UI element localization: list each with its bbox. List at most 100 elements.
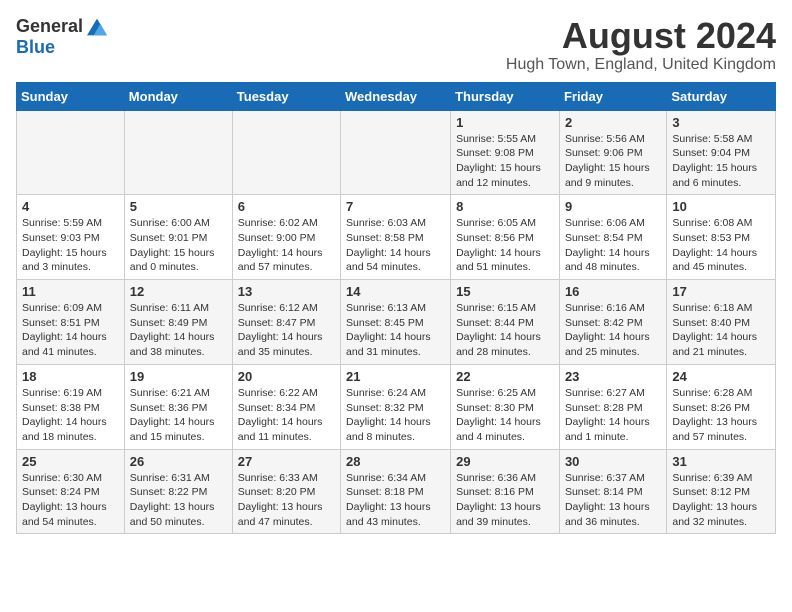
sunrise-text: Sunrise: 6:13 AM — [346, 302, 426, 314]
calendar-cell: 18 Sunrise: 6:19 AM Sunset: 8:38 PM Dayl… — [17, 364, 125, 449]
daylight-text: Daylight: 14 hours and 15 minutes. — [130, 416, 215, 443]
day-number: 16 — [565, 284, 661, 299]
sunset-text: Sunset: 9:06 PM — [565, 147, 643, 159]
sunrise-text: Sunrise: 6:22 AM — [238, 387, 318, 399]
day-info: Sunrise: 6:13 AM Sunset: 8:45 PM Dayligh… — [346, 301, 445, 360]
daylight-text: Daylight: 15 hours and 12 minutes. — [456, 162, 541, 189]
sunset-text: Sunset: 8:30 PM — [456, 402, 534, 414]
day-info: Sunrise: 6:05 AM Sunset: 8:56 PM Dayligh… — [456, 216, 554, 275]
title-section: August 2024 Hugh Town, England, United K… — [506, 16, 776, 74]
sunset-text: Sunset: 8:36 PM — [130, 402, 208, 414]
day-number: 26 — [130, 454, 227, 469]
sunset-text: Sunset: 8:38 PM — [22, 402, 100, 414]
calendar-cell: 7 Sunrise: 6:03 AM Sunset: 8:58 PM Dayli… — [341, 195, 451, 280]
day-number: 21 — [346, 369, 445, 384]
daylight-text: Daylight: 13 hours and 47 minutes. — [238, 501, 323, 528]
day-number: 6 — [238, 199, 335, 214]
calendar-cell: 14 Sunrise: 6:13 AM Sunset: 8:45 PM Dayl… — [341, 280, 451, 365]
sunset-text: Sunset: 8:12 PM — [672, 486, 750, 498]
day-info: Sunrise: 6:11 AM Sunset: 8:49 PM Dayligh… — [130, 301, 227, 360]
daylight-text: Daylight: 14 hours and 4 minutes. — [456, 416, 541, 443]
calendar-cell: 26 Sunrise: 6:31 AM Sunset: 8:22 PM Dayl… — [124, 449, 232, 534]
calendar-cell — [341, 110, 451, 195]
sunset-text: Sunset: 8:14 PM — [565, 486, 643, 498]
daylight-text: Daylight: 13 hours and 54 minutes. — [22, 501, 107, 528]
page-header: General Blue August 2024 Hugh Town, Engl… — [16, 16, 776, 74]
day-number: 18 — [22, 369, 119, 384]
sunset-text: Sunset: 8:53 PM — [672, 232, 750, 244]
calendar-header-monday: Monday — [124, 82, 232, 110]
daylight-text: Daylight: 13 hours and 32 minutes. — [672, 501, 757, 528]
day-info: Sunrise: 6:00 AM Sunset: 9:01 PM Dayligh… — [130, 216, 227, 275]
calendar-cell: 17 Sunrise: 6:18 AM Sunset: 8:40 PM Dayl… — [667, 280, 776, 365]
day-info: Sunrise: 6:31 AM Sunset: 8:22 PM Dayligh… — [130, 471, 227, 530]
logo: General Blue — [16, 16, 107, 58]
sunrise-text: Sunrise: 5:59 AM — [22, 217, 102, 229]
daylight-text: Daylight: 13 hours and 43 minutes. — [346, 501, 431, 528]
calendar-week-row: 25 Sunrise: 6:30 AM Sunset: 8:24 PM Dayl… — [17, 449, 776, 534]
sunrise-text: Sunrise: 6:02 AM — [238, 217, 318, 229]
sunrise-text: Sunrise: 6:28 AM — [672, 387, 752, 399]
day-info: Sunrise: 6:02 AM Sunset: 9:00 PM Dayligh… — [238, 216, 335, 275]
day-info: Sunrise: 5:59 AM Sunset: 9:03 PM Dayligh… — [22, 216, 119, 275]
sunset-text: Sunset: 8:16 PM — [456, 486, 534, 498]
sunset-text: Sunset: 9:08 PM — [456, 147, 534, 159]
calendar-header-saturday: Saturday — [667, 82, 776, 110]
calendar-cell: 6 Sunrise: 6:02 AM Sunset: 9:00 PM Dayli… — [232, 195, 340, 280]
daylight-text: Daylight: 15 hours and 0 minutes. — [130, 247, 215, 274]
day-number: 25 — [22, 454, 119, 469]
sunrise-text: Sunrise: 5:55 AM — [456, 133, 536, 145]
sunrise-text: Sunrise: 5:56 AM — [565, 133, 645, 145]
sunrise-text: Sunrise: 6:05 AM — [456, 217, 536, 229]
day-info: Sunrise: 6:21 AM Sunset: 8:36 PM Dayligh… — [130, 386, 227, 445]
calendar-header-sunday: Sunday — [17, 82, 125, 110]
calendar-cell: 31 Sunrise: 6:39 AM Sunset: 8:12 PM Dayl… — [667, 449, 776, 534]
daylight-text: Daylight: 14 hours and 21 minutes. — [672, 331, 757, 358]
daylight-text: Daylight: 13 hours and 57 minutes. — [672, 416, 757, 443]
day-info: Sunrise: 6:12 AM Sunset: 8:47 PM Dayligh… — [238, 301, 335, 360]
day-info: Sunrise: 6:19 AM Sunset: 8:38 PM Dayligh… — [22, 386, 119, 445]
calendar-cell: 4 Sunrise: 5:59 AM Sunset: 9:03 PM Dayli… — [17, 195, 125, 280]
sunrise-text: Sunrise: 6:15 AM — [456, 302, 536, 314]
day-number: 24 — [672, 369, 770, 384]
sunrise-text: Sunrise: 6:30 AM — [22, 472, 102, 484]
location: Hugh Town, England, United Kingdom — [506, 56, 776, 74]
calendar-cell: 10 Sunrise: 6:08 AM Sunset: 8:53 PM Dayl… — [667, 195, 776, 280]
day-info: Sunrise: 6:28 AM Sunset: 8:26 PM Dayligh… — [672, 386, 770, 445]
calendar-cell: 29 Sunrise: 6:36 AM Sunset: 8:16 PM Dayl… — [451, 449, 560, 534]
day-info: Sunrise: 6:06 AM Sunset: 8:54 PM Dayligh… — [565, 216, 661, 275]
day-number: 2 — [565, 115, 661, 130]
day-number: 20 — [238, 369, 335, 384]
day-number: 17 — [672, 284, 770, 299]
day-info: Sunrise: 6:36 AM Sunset: 8:16 PM Dayligh… — [456, 471, 554, 530]
sunset-text: Sunset: 8:32 PM — [346, 402, 424, 414]
sunrise-text: Sunrise: 6:09 AM — [22, 302, 102, 314]
sunrise-text: Sunrise: 6:27 AM — [565, 387, 645, 399]
sunrise-text: Sunrise: 6:21 AM — [130, 387, 210, 399]
daylight-text: Daylight: 14 hours and 35 minutes. — [238, 331, 323, 358]
daylight-text: Daylight: 14 hours and 45 minutes. — [672, 247, 757, 274]
calendar-cell: 24 Sunrise: 6:28 AM Sunset: 8:26 PM Dayl… — [667, 364, 776, 449]
calendar-cell: 1 Sunrise: 5:55 AM Sunset: 9:08 PM Dayli… — [451, 110, 560, 195]
sunset-text: Sunset: 8:56 PM — [456, 232, 534, 244]
sunset-text: Sunset: 9:01 PM — [130, 232, 208, 244]
calendar-header-friday: Friday — [559, 82, 666, 110]
calendar-cell: 23 Sunrise: 6:27 AM Sunset: 8:28 PM Dayl… — [559, 364, 666, 449]
day-info: Sunrise: 6:33 AM Sunset: 8:20 PM Dayligh… — [238, 471, 335, 530]
day-number: 1 — [456, 115, 554, 130]
calendar-cell: 15 Sunrise: 6:15 AM Sunset: 8:44 PM Dayl… — [451, 280, 560, 365]
daylight-text: Daylight: 14 hours and 25 minutes. — [565, 331, 650, 358]
sunset-text: Sunset: 8:45 PM — [346, 317, 424, 329]
daylight-text: Daylight: 14 hours and 54 minutes. — [346, 247, 431, 274]
day-info: Sunrise: 5:58 AM Sunset: 9:04 PM Dayligh… — [672, 132, 770, 191]
day-number: 19 — [130, 369, 227, 384]
calendar-week-row: 4 Sunrise: 5:59 AM Sunset: 9:03 PM Dayli… — [17, 195, 776, 280]
day-number: 11 — [22, 284, 119, 299]
sunrise-text: Sunrise: 6:06 AM — [565, 217, 645, 229]
sunset-text: Sunset: 8:22 PM — [130, 486, 208, 498]
day-number: 8 — [456, 199, 554, 214]
calendar-cell: 5 Sunrise: 6:00 AM Sunset: 9:01 PM Dayli… — [124, 195, 232, 280]
calendar-cell: 12 Sunrise: 6:11 AM Sunset: 8:49 PM Dayl… — [124, 280, 232, 365]
calendar-cell: 30 Sunrise: 6:37 AM Sunset: 8:14 PM Dayl… — [559, 449, 666, 534]
daylight-text: Daylight: 13 hours and 50 minutes. — [130, 501, 215, 528]
